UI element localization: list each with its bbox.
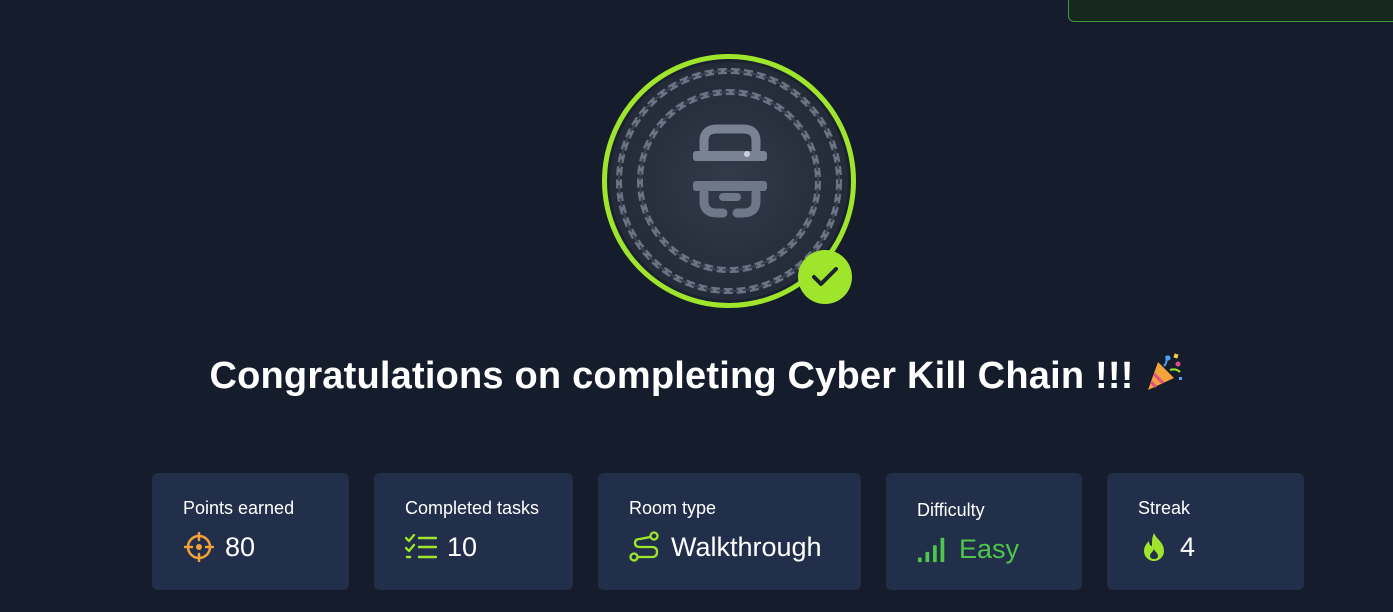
stat-card-streak: Streak 4 [1107,473,1304,590]
stat-value: 4 [1180,531,1196,562]
stat-label: Completed tasks [405,498,540,518]
stat-label: Difficulty [917,500,985,520]
room-badge [602,54,856,308]
page-title: Congratulations on completing Cyber Kill… [0,352,1393,402]
flame-icon [1138,531,1170,563]
stat-card-difficulty: Difficulty Easy [886,473,1082,590]
stat-value: 10 [447,531,478,562]
stat-value: Walkthrough [671,531,822,562]
notification-banner[interactable] [1068,0,1393,22]
crosshair-icon [183,531,215,563]
stat-label: Points earned [183,498,295,518]
room-complete-page: Congratulations on completing Cyber Kill… [0,0,1393,612]
stat-card-points: Points earned 80 [152,473,349,590]
stat-label: Streak [1138,498,1191,518]
stat-value: Easy [959,533,1020,564]
page-title-text: Congratulations on completing Cyber Kill… [209,355,1134,397]
stat-card-tasks: Completed tasks 10 [374,473,573,590]
checklist-icon [405,531,437,563]
party-popper-icon [1144,352,1184,402]
completed-check-icon [798,250,852,304]
signal-bars-icon [917,533,949,565]
route-icon [629,531,661,563]
stat-label: Room type [629,498,717,518]
stat-card-room-type: Room type Walkthrough [598,473,861,590]
stat-value: 80 [225,531,256,562]
